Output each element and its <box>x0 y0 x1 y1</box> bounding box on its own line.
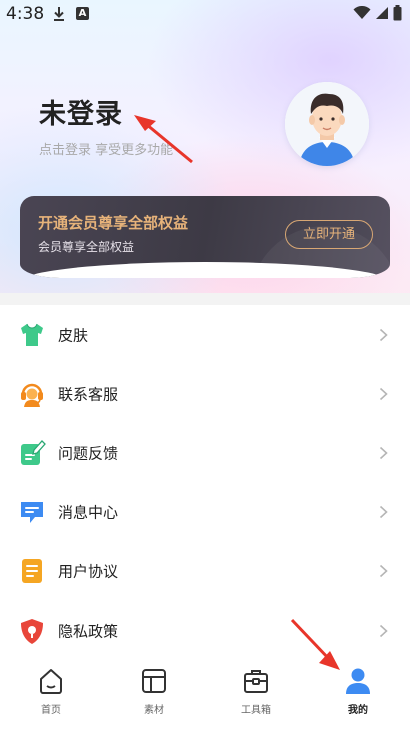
chevron-right-icon <box>379 624 388 637</box>
status-indicators <box>353 5 402 21</box>
tab-mine[interactable]: 我的 <box>318 666 398 726</box>
signal-icon <box>376 7 388 19</box>
chevron-right-icon <box>379 387 388 400</box>
app-notification-icon: A <box>76 7 89 20</box>
toolbox-icon <box>244 670 268 693</box>
tab-home[interactable]: 首页 <box>11 666 91 726</box>
avatar-icon <box>285 82 369 166</box>
tab-toolbox[interactable]: 工具箱 <box>216 666 296 726</box>
menu-item-skin[interactable]: 皮肤 <box>0 305 410 364</box>
home-icon <box>40 669 62 694</box>
menu-item-customer-service[interactable]: 联系客服 <box>0 364 410 423</box>
vip-card[interactable]: 开通会员尊享全部权益 会员尊享全部权益 立即开通 <box>20 196 390 278</box>
login-subtitle[interactable]: 点击登录 享受更多功能 <box>39 139 173 158</box>
headset-icon <box>21 383 43 407</box>
menu-label-message-center: 消息中心 <box>58 503 119 522</box>
document-icon <box>22 559 42 584</box>
shirt-icon <box>21 323 43 346</box>
battery-icon <box>393 5 402 21</box>
tab-label-toolbox: 工具箱 <box>241 705 271 716</box>
vip-open-button[interactable]: 立即开通 <box>285 220 373 249</box>
login-title[interactable]: 未登录 <box>39 92 123 131</box>
menu-label-skin: 皮肤 <box>58 326 89 345</box>
status-bar: 4:38 A <box>0 0 410 28</box>
menu-label-privacy-policy: 隐私政策 <box>58 622 119 641</box>
chevron-right-icon <box>379 446 388 460</box>
vip-title: 开通会员尊享全部权益 <box>38 214 189 232</box>
chevron-right-icon <box>379 565 388 578</box>
menu-item-privacy-policy[interactable]: 隐私政策 <box>0 601 410 660</box>
settings-menu: 皮肤 联系客服 问题反馈 消息中心 用户协议 隐私政策 <box>0 305 410 660</box>
chevron-right-icon <box>379 328 388 341</box>
person-icon <box>346 668 370 694</box>
vip-subtitle: 会员尊享全部权益 <box>38 240 135 254</box>
menu-label-customer-service: 联系客服 <box>58 385 119 404</box>
chevron-right-icon <box>379 506 388 519</box>
menu-item-message-center[interactable]: 消息中心 <box>0 483 410 542</box>
bottom-navigation: 首页 素材 工具箱 我的 <box>0 660 410 730</box>
menu-label-feedback: 问题反馈 <box>58 444 119 463</box>
menu-label-user-agreement: 用户协议 <box>58 562 119 581</box>
tab-label-mine: 我的 <box>348 705 368 716</box>
menu-item-feedback[interactable]: 问题反馈 <box>0 423 410 482</box>
material-icon <box>142 669 166 693</box>
tab-label-home: 首页 <box>41 705 61 716</box>
tab-label-material: 素材 <box>144 705 164 716</box>
tab-material[interactable]: 素材 <box>114 666 194 726</box>
feedback-pen-icon <box>21 440 46 465</box>
message-icon <box>21 502 43 524</box>
status-time: 4:38 <box>6 4 45 24</box>
privacy-shield-icon <box>21 618 43 644</box>
download-icon <box>54 7 64 21</box>
wifi-icon <box>353 6 371 19</box>
menu-item-user-agreement[interactable]: 用户协议 <box>0 542 410 601</box>
avatar[interactable] <box>285 82 369 166</box>
section-divider <box>0 293 410 305</box>
